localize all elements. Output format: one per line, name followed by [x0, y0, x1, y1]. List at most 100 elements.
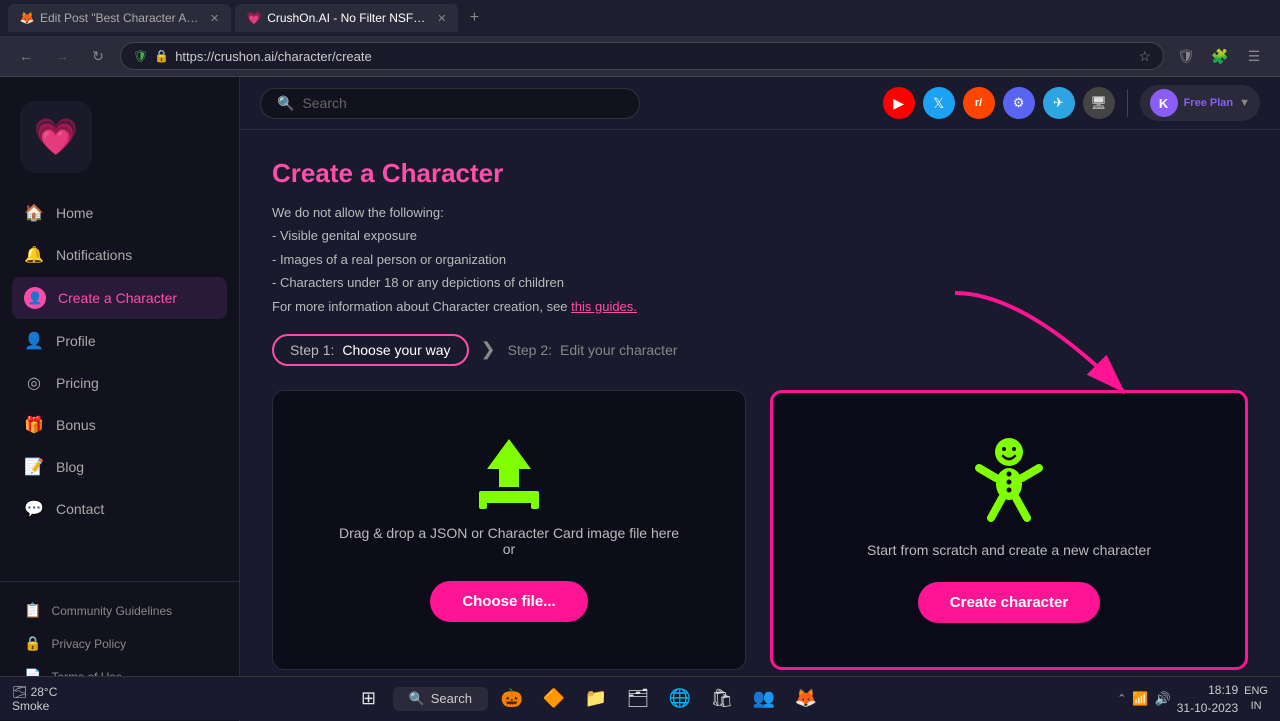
- step2-label: Step 2:: [508, 342, 552, 358]
- youtube-icon[interactable]: ▶: [883, 87, 915, 119]
- steps-row: Step 1: Choose your way ❯ Step 2: Edit y…: [272, 334, 1248, 366]
- tab-1[interactable]: 🦊 Edit Post "Best Character AI NS... ✕: [8, 4, 231, 32]
- weather-temp: 28°C: [31, 685, 58, 699]
- step-arrow-icon: ❯: [481, 339, 496, 360]
- sidebar-label-create-character: Create a Character: [58, 290, 177, 306]
- step-2: Step 2: Edit your character: [508, 342, 678, 358]
- user-avatar: K: [1150, 89, 1178, 117]
- menu-icon[interactable]: ☰: [1240, 42, 1268, 70]
- sidebar-item-profile[interactable]: 👤 Profile: [12, 321, 227, 361]
- upload-card-desc: Drag & drop a JSON or Character Card ima…: [339, 525, 679, 557]
- discord-icon[interactable]: ⚙: [1003, 87, 1035, 119]
- monitor-icon[interactable]: 🖥: [1083, 87, 1115, 119]
- upload-card[interactable]: Drag & drop a JSON or Character Card ima…: [272, 390, 746, 670]
- taskbar-right: ⌃ 📶 🔊 18:19 31-10-2023 ENGIN: [1117, 681, 1268, 717]
- page-title: Create a Character: [272, 158, 1248, 189]
- taskbar-search[interactable]: 🔍 Search: [393, 687, 488, 711]
- step1-value: Choose your way: [342, 342, 450, 358]
- start-button[interactable]: ⊞: [351, 681, 387, 717]
- notifications-icon: 🔔: [24, 245, 44, 265]
- create-character-button[interactable]: Create character: [918, 582, 1100, 623]
- social-icons: ▶ 𝕏 r/ ⚙ ✈ 🖥 K Free Plan ▼: [883, 85, 1260, 121]
- sidebar-item-contact[interactable]: 💬 Contact: [12, 489, 227, 529]
- new-tab-button[interactable]: +: [462, 6, 486, 30]
- locale-badge: ENGIN: [1244, 684, 1268, 713]
- weather-condition: Smoke: [12, 699, 49, 713]
- taskbar-weather: 🌫 28°C Smoke: [12, 685, 57, 713]
- choose-file-button[interactable]: Choose file...: [430, 581, 587, 622]
- taskbar-explorer-icon[interactable]: 📁: [578, 681, 614, 717]
- community-guidelines-link[interactable]: 📋 Community Guidelines: [12, 594, 227, 627]
- back-button[interactable]: ←: [12, 42, 40, 70]
- tab-2-favicon: 💗: [247, 11, 261, 25]
- sidebar-label-notifications: Notifications: [56, 247, 132, 263]
- telegram-icon[interactable]: ✈: [1043, 87, 1075, 119]
- url-text: https://crushon.ai/character/create: [175, 49, 372, 64]
- sidebar-label-profile: Profile: [56, 333, 96, 349]
- reddit-icon[interactable]: r/: [963, 87, 995, 119]
- taskbar-left: 🌫 28°C Smoke: [12, 685, 57, 713]
- rule-1: - Visible genital exposure: [272, 224, 1248, 247]
- taskbar-search-icon: 🔍: [409, 691, 425, 707]
- sidebar-nav: 🏠 Home 🔔 Notifications 👤 Create a Charac…: [0, 193, 239, 573]
- taskbar-search-text: Search: [431, 691, 472, 706]
- app-logo[interactable]: 💗: [20, 101, 92, 173]
- taskbar-teams-icon[interactable]: 👥: [746, 681, 782, 717]
- vertical-divider: [1127, 89, 1128, 117]
- reload-button[interactable]: ↻: [84, 42, 112, 70]
- profile-icon: 👤: [24, 331, 44, 351]
- system-tray[interactable]: ⌃: [1117, 692, 1126, 705]
- taskbar-firefox-icon[interactable]: 🦊: [788, 681, 824, 717]
- upload-icon: [469, 437, 549, 509]
- rules-header: We do not allow the following:: [272, 201, 1248, 224]
- extensions-icon[interactable]: 🧩: [1206, 42, 1234, 70]
- scratch-card-desc: Start from scratch and create a new char…: [867, 542, 1151, 558]
- contact-icon: 💬: [24, 499, 44, 519]
- forward-button[interactable]: →: [48, 42, 76, 70]
- twitter-icon[interactable]: 𝕏: [923, 87, 955, 119]
- address-bar[interactable]: 🛡 🔒 https://crushon.ai/character/create …: [120, 42, 1164, 70]
- scratch-card[interactable]: Start from scratch and create a new char…: [770, 390, 1248, 670]
- tab-2-close[interactable]: ✕: [437, 12, 446, 25]
- sidebar-item-create-character[interactable]: 👤 Create a Character: [12, 277, 227, 319]
- taskbar-edge-icon[interactable]: 🌐: [662, 681, 698, 717]
- sidebar-item-bonus[interactable]: 🎁 Bonus: [12, 405, 227, 445]
- search-box[interactable]: 🔍 Search: [260, 88, 640, 119]
- shield-icon[interactable]: 🛡: [1172, 42, 1200, 70]
- sidebar-label-blog: Blog: [56, 459, 84, 475]
- weather-icon: 🌫: [12, 685, 27, 699]
- tab-2[interactable]: 💗 CrushOn.AI - No Filter NSFW C... ✕: [235, 4, 458, 32]
- sidebar-item-home[interactable]: 🏠 Home: [12, 193, 227, 233]
- sidebar-item-pricing[interactable]: ◎ Pricing: [12, 363, 227, 403]
- blog-icon: 📝: [24, 457, 44, 477]
- security-icon: 🛡: [133, 49, 148, 63]
- taskbar-emoji-icon[interactable]: 🎃: [494, 681, 530, 717]
- logo-area: 💗: [0, 93, 239, 193]
- bonus-icon: 🎁: [24, 415, 44, 435]
- taskbar-files-icon[interactable]: 🗂: [620, 681, 656, 717]
- bookmark-icon[interactable]: ☆: [1138, 48, 1151, 65]
- content-wrapper: 🔍 Search ▶ 𝕏 r/ ⚙ ✈ 🖥 K Free Plan: [240, 77, 1280, 721]
- user-badge[interactable]: K Free Plan ▼: [1140, 85, 1260, 121]
- sidebar-item-blog[interactable]: 📝 Blog: [12, 447, 227, 487]
- volume-icon: 🔊: [1155, 691, 1171, 707]
- taskbar: 🌫 28°C Smoke ⊞ 🔍 Search 🎃 🔶 📁 🗂 🌐 🛍 👥 🦊 …: [0, 676, 1280, 720]
- step2-value: Edit your character: [560, 342, 678, 358]
- user-plan: Free Plan: [1184, 97, 1234, 109]
- nav-actions: 🛡 🧩 ☰: [1172, 42, 1268, 70]
- home-icon: 🏠: [24, 203, 44, 223]
- navigation-bar: ← → ↻ 🛡 🔒 https://crushon.ai/character/c…: [0, 36, 1280, 76]
- privacy-policy-link[interactable]: 🔒 Privacy Policy: [12, 627, 227, 660]
- taskbar-store-icon[interactable]: 🛍: [704, 681, 740, 717]
- taskbar-app1-icon[interactable]: 🔶: [536, 681, 572, 717]
- sidebar-label-pricing: Pricing: [56, 375, 99, 391]
- guide-link[interactable]: this guides.: [571, 299, 637, 314]
- tab-1-close[interactable]: ✕: [210, 12, 219, 25]
- sidebar: 💗 🏠 Home 🔔 Notifications 👤 Create a Char…: [0, 77, 240, 721]
- rule-2: - Images of a real person or organizatio…: [272, 248, 1248, 271]
- sidebar-item-notifications[interactable]: 🔔 Notifications: [12, 235, 227, 275]
- rule-3: - Characters under 18 or any depictions …: [272, 271, 1248, 294]
- search-icon: 🔍: [277, 95, 294, 112]
- sidebar-label-bonus: Bonus: [56, 417, 96, 433]
- taskbar-time: 18:19 31-10-2023: [1177, 681, 1238, 717]
